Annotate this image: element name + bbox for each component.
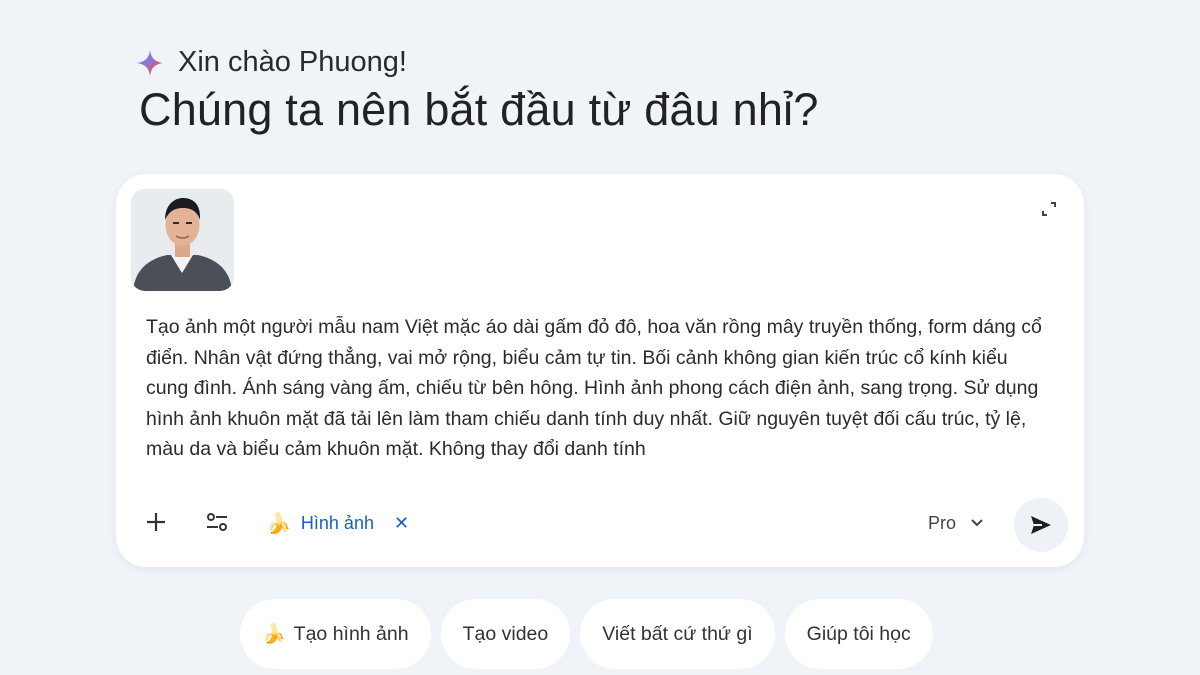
suggestion-create-image[interactable]: 🍌 Tạo hình ảnh <box>240 599 431 669</box>
remove-tool-close-icon[interactable]: ✕ <box>394 513 409 534</box>
model-label: Pro <box>928 512 957 533</box>
suggestion-write-anything[interactable]: Viết bất cứ thứ gì <box>580 599 775 669</box>
plus-icon <box>147 513 165 531</box>
banana-icon: 🍌 <box>262 624 286 645</box>
gemini-spark-icon <box>137 49 163 76</box>
send-button[interactable] <box>1014 498 1068 552</box>
composer-toolbar: 🍌 Hình ảnh ✕ Pro <box>116 496 1084 554</box>
attached-photo-thumbnail[interactable] <box>131 189 234 291</box>
tools-button[interactable] <box>201 506 233 538</box>
image-tool-chip[interactable]: 🍌 Hình ảnh ✕ <box>266 506 409 540</box>
greeting: Xin chào Phuong! <box>136 46 407 79</box>
suggestion-label: Viết bất cứ thứ gì <box>602 622 753 645</box>
add-attachment-button[interactable] <box>140 506 172 538</box>
suggestion-label: Giúp tôi học <box>806 622 911 645</box>
suggestion-help-me-learn[interactable]: Giúp tôi học <box>784 599 933 669</box>
prompt-composer: Tạo ảnh một người mẫu nam Việt mặc áo dà… <box>116 174 1084 567</box>
banana-icon: 🍌 <box>266 512 291 535</box>
suggestion-label: Tạo video <box>462 622 549 645</box>
greeting-text: Xin chào Phuong! <box>178 46 407 78</box>
chevron-down-icon <box>971 519 983 527</box>
sliders-icon <box>207 513 227 531</box>
send-icon <box>1031 516 1051 534</box>
suggestion-create-video[interactable]: Tạo video <box>440 599 571 669</box>
model-selector[interactable]: Pro <box>928 506 984 540</box>
expand-icon[interactable] <box>1040 200 1058 218</box>
suggestion-label: Tạo hình ảnh <box>293 622 409 645</box>
page-title: Chúng ta nên bắt đầu từ đâu nhỉ? <box>139 84 819 135</box>
person-photo-icon <box>131 189 234 291</box>
prompt-input[interactable]: Tạo ảnh một người mẫu nam Việt mặc áo dà… <box>146 312 1046 465</box>
image-tool-label: Hình ảnh <box>300 512 374 533</box>
suggestion-chips: 🍌 Tạo hình ảnh Tạo video Viết bất cứ thứ… <box>240 599 933 669</box>
